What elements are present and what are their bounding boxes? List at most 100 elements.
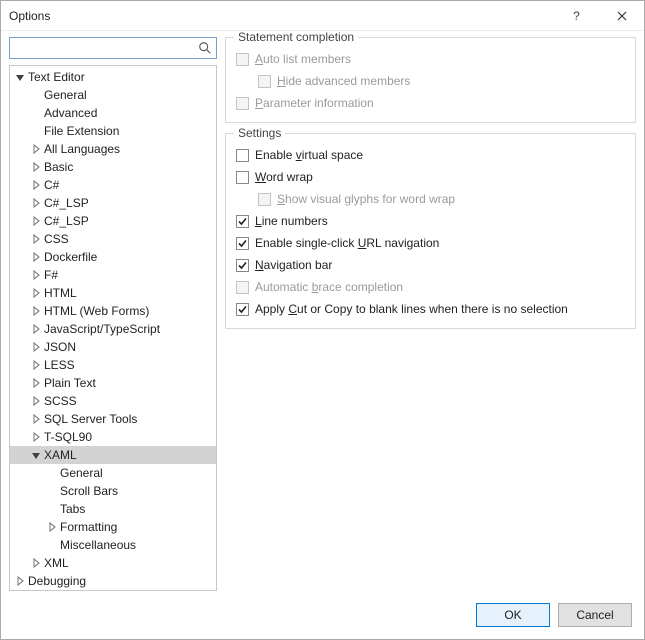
tree-item-label: Debugging <box>28 572 86 590</box>
tree-twisty-icon[interactable] <box>46 521 58 533</box>
checkbox <box>258 193 271 206</box>
tree-item-label: Plain Text <box>44 374 96 392</box>
tree-twisty-icon[interactable] <box>30 323 42 335</box>
tree-twisty-icon[interactable] <box>30 413 42 425</box>
cancel-button[interactable]: Cancel <box>558 603 632 627</box>
tree-item[interactable]: XAML <box>10 446 216 464</box>
option-paraminfo: Parameter information <box>236 92 625 114</box>
tree-item[interactable]: Basic <box>10 158 216 176</box>
tree-item-label: T-SQL90 <box>44 428 92 446</box>
tree-twisty-icon[interactable] <box>30 197 42 209</box>
tree-item[interactable]: JavaScript/TypeScript <box>10 320 216 338</box>
option-label: Auto list members <box>255 52 351 66</box>
tree-twisty-icon[interactable] <box>30 431 42 443</box>
option-virtspace[interactable]: Enable virtual space <box>236 144 625 166</box>
help-button[interactable]: ? <box>554 1 599 31</box>
option-cutcopy[interactable]: Apply Cut or Copy to blank lines when th… <box>236 298 625 320</box>
tree-twisty-icon <box>30 107 42 119</box>
tree-item-label: LESS <box>44 356 75 374</box>
tree-item-label: Scroll Bars <box>60 482 118 500</box>
tree-item[interactable]: Scroll Bars <box>10 482 216 500</box>
window-title: Options <box>9 9 554 23</box>
checkbox[interactable] <box>236 237 249 250</box>
tree-item[interactable]: HTML <box>10 284 216 302</box>
tree-item[interactable]: Debugging <box>10 572 216 590</box>
tree-item[interactable]: SQL Server Tools <box>10 410 216 428</box>
tree-item[interactable]: T-SQL90 <box>10 428 216 446</box>
tree-item[interactable]: Text Editor <box>10 68 216 86</box>
tree-item[interactable]: LESS <box>10 356 216 374</box>
tree-twisty-icon <box>46 485 58 497</box>
checkbox[interactable] <box>236 171 249 184</box>
tree-twisty-icon[interactable] <box>30 161 42 173</box>
tree-item-label: C# <box>44 176 59 194</box>
option-label: Apply Cut or Copy to blank lines when th… <box>255 302 568 316</box>
tree-item[interactable]: SCSS <box>10 392 216 410</box>
checkbox <box>258 75 271 88</box>
tree-item[interactable]: Performance Tools <box>10 590 216 591</box>
tree-item-label: Performance Tools <box>28 590 128 591</box>
search-input[interactable] <box>14 40 198 56</box>
option-label: Hide advanced members <box>277 74 410 88</box>
tree-item[interactable]: File Extension <box>10 122 216 140</box>
group-statement-completion: Statement completion Auto list membersHi… <box>225 37 636 123</box>
option-brace: Automatic brace completion <box>236 276 625 298</box>
checkbox[interactable] <box>236 215 249 228</box>
tree-twisty-icon[interactable] <box>30 557 42 569</box>
checkbox[interactable] <box>236 149 249 162</box>
tree-twisty-icon[interactable] <box>30 395 42 407</box>
tree-item[interactable]: General <box>10 86 216 104</box>
tree-item[interactable]: Tabs <box>10 500 216 518</box>
tree-item[interactable]: CSS <box>10 230 216 248</box>
search-box[interactable] <box>9 37 217 59</box>
option-singleurl[interactable]: Enable single-click URL navigation <box>236 232 625 254</box>
tree-item[interactable]: F# <box>10 266 216 284</box>
tree-item[interactable]: C#_LSP <box>10 212 216 230</box>
tree-twisty-icon[interactable] <box>30 179 42 191</box>
tree-item[interactable]: XML <box>10 554 216 572</box>
option-wordwrap[interactable]: Word wrap <box>236 166 625 188</box>
options-tree[interactable]: Text EditorGeneralAdvancedFile Extension… <box>9 65 217 591</box>
tree-item-label: File Extension <box>44 122 119 140</box>
tree-twisty-icon[interactable] <box>30 287 42 299</box>
tree-twisty-icon[interactable] <box>30 341 42 353</box>
tree-item[interactable]: C# <box>10 176 216 194</box>
option-linenum[interactable]: Line numbers <box>236 210 625 232</box>
tree-twisty-icon[interactable] <box>14 71 26 83</box>
tree-item-label: Advanced <box>44 104 97 122</box>
tree-item[interactable]: Advanced <box>10 104 216 122</box>
group-settings: Settings Enable virtual spaceWord wrapSh… <box>225 133 636 329</box>
option-glyphs: Show visual glyphs for word wrap <box>258 188 625 210</box>
close-button[interactable] <box>599 1 644 31</box>
tree-twisty-icon[interactable] <box>30 305 42 317</box>
tree-item[interactable]: JSON <box>10 338 216 356</box>
tree-twisty-icon[interactable] <box>14 575 26 587</box>
tree-item[interactable]: General <box>10 464 216 482</box>
option-label: Enable single-click URL navigation <box>255 236 439 250</box>
tree-twisty-icon[interactable] <box>30 251 42 263</box>
tree-twisty-icon[interactable] <box>30 377 42 389</box>
tree-item[interactable]: Miscellaneous <box>10 536 216 554</box>
tree-twisty-icon[interactable] <box>30 233 42 245</box>
tree-twisty-icon[interactable] <box>30 269 42 281</box>
option-navbar[interactable]: Navigation bar <box>236 254 625 276</box>
tree-item[interactable]: Dockerfile <box>10 248 216 266</box>
tree-item[interactable]: C#_LSP <box>10 194 216 212</box>
ok-button[interactable]: OK <box>476 603 550 627</box>
checkbox[interactable] <box>236 303 249 316</box>
tree-item-label: Text Editor <box>28 68 85 86</box>
tree-item[interactable]: Formatting <box>10 518 216 536</box>
tree-twisty-icon[interactable] <box>30 449 42 461</box>
option-autolist: Auto list members <box>236 48 625 70</box>
option-label: Enable virtual space <box>255 148 363 162</box>
tree-item-label: XML <box>44 554 69 572</box>
tree-twisty-icon[interactable] <box>30 143 42 155</box>
option-label: Word wrap <box>255 170 313 184</box>
checkbox[interactable] <box>236 259 249 272</box>
tree-twisty-icon[interactable] <box>30 215 42 227</box>
tree-twisty-icon[interactable] <box>30 359 42 371</box>
tree-item-label: Formatting <box>60 518 117 536</box>
tree-item[interactable]: All Languages <box>10 140 216 158</box>
tree-item[interactable]: HTML (Web Forms) <box>10 302 216 320</box>
tree-item[interactable]: Plain Text <box>10 374 216 392</box>
